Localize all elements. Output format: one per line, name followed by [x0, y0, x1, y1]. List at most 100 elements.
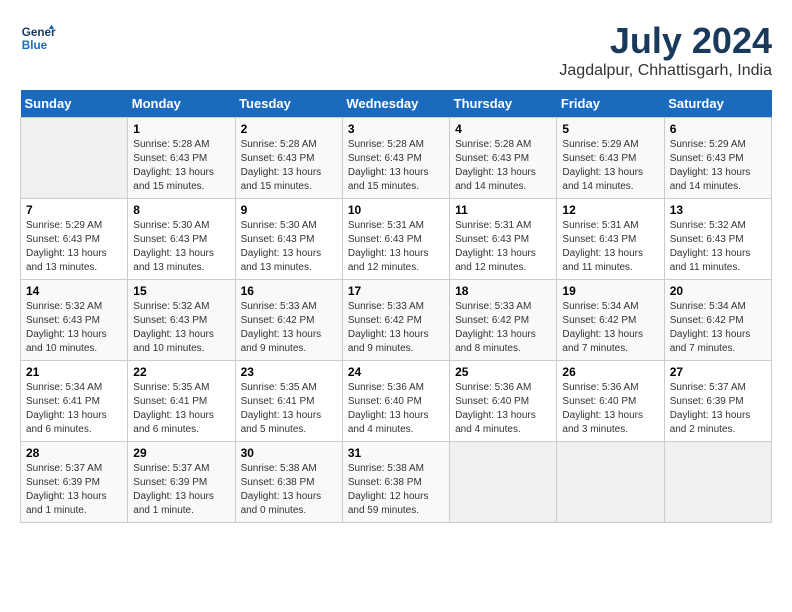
- logo-icon: General Blue: [20, 20, 56, 56]
- calendar-cell: 12Sunrise: 5:31 AM Sunset: 6:43 PM Dayli…: [557, 199, 664, 280]
- calendar-week-row: 21 Sunrise: 5:34 AM Sunset: 6:41 PM Dayli…: [21, 361, 772, 442]
- day-number: 15: [133, 284, 229, 298]
- day-number: 2: [241, 122, 337, 136]
- day-number: 16: [241, 284, 337, 298]
- day-number: 25: [455, 365, 551, 379]
- day-number: 20: [670, 284, 766, 298]
- day-info: Sunrise: 5:31 AM Sunset: 6:43 PM Dayligh…: [348, 219, 444, 275]
- page-header: General Blue July 2024 Jagdalpur, Chhatt…: [20, 20, 772, 80]
- weekday-header-tuesday: Tuesday: [235, 90, 342, 118]
- calendar-cell: 2 Sunrise: 5:28 AM Sunset: 6:43 PM Daylig…: [235, 118, 342, 199]
- calendar-cell: 20Sunrise: 5:34 AM Sunset: 6:42 PM Dayli…: [664, 280, 771, 361]
- calendar-cell: 8 Sunrise: 5:30 AM Sunset: 6:43 PM Daylig…: [128, 199, 235, 280]
- day-number: 19: [562, 284, 658, 298]
- day-info: Sunrise: 5:28 AM Sunset: 6:43 PM Dayligh…: [241, 138, 337, 194]
- day-number: 9: [241, 203, 337, 217]
- day-info: Sunrise: 5:28 AM Sunset: 6:43 PM Dayligh…: [348, 138, 444, 194]
- day-number: 27: [670, 365, 766, 379]
- day-info: Sunrise: 5:37 AM Sunset: 6:39 PM Dayligh…: [26, 462, 122, 518]
- day-info: Sunrise: 5:34 AM Sunset: 6:42 PM Dayligh…: [562, 300, 658, 356]
- day-number: 10: [348, 203, 444, 217]
- day-info: Sunrise: 5:36 AM Sunset: 6:40 PM Dayligh…: [455, 381, 551, 437]
- day-number: 14: [26, 284, 122, 298]
- day-info: Sunrise: 5:36 AM Sunset: 6:40 PM Dayligh…: [348, 381, 444, 437]
- day-info: Sunrise: 5:36 AM Sunset: 6:40 PM Dayligh…: [562, 381, 658, 437]
- calendar-cell: 29 Sunrise: 5:37 AM Sunset: 6:39 PM Dayli…: [128, 442, 235, 523]
- calendar-cell: 11Sunrise: 5:31 AM Sunset: 6:43 PM Dayli…: [450, 199, 557, 280]
- calendar-cell: 5 Sunrise: 5:29 AM Sunset: 6:43 PM Daylig…: [557, 118, 664, 199]
- calendar-cell: 1Sunrise: 5:28 AM Sunset: 6:43 PM Daylig…: [128, 118, 235, 199]
- day-info: Sunrise: 5:35 AM Sunset: 6:41 PM Dayligh…: [241, 381, 337, 437]
- day-number: 30: [241, 446, 337, 460]
- day-number: 5: [562, 122, 658, 136]
- calendar-cell: 16 Sunrise: 5:33 AM Sunset: 6:42 PM Dayli…: [235, 280, 342, 361]
- day-info: Sunrise: 5:33 AM Sunset: 6:42 PM Dayligh…: [241, 300, 337, 356]
- calendar-week-row: 14 Sunrise: 5:32 AM Sunset: 6:43 PM Dayli…: [21, 280, 772, 361]
- weekday-header-row: SundayMondayTuesdayWednesdayThursdayFrid…: [21, 90, 772, 118]
- calendar-cell: [450, 442, 557, 523]
- calendar-cell: 18 Sunrise: 5:33 AM Sunset: 6:42 PM Dayli…: [450, 280, 557, 361]
- day-number: 7: [26, 203, 122, 217]
- calendar-week-row: 28Sunrise: 5:37 AM Sunset: 6:39 PM Dayli…: [21, 442, 772, 523]
- calendar-cell: [21, 118, 128, 199]
- day-info: Sunrise: 5:28 AM Sunset: 6:43 PM Dayligh…: [133, 138, 229, 194]
- calendar-cell: 13 Sunrise: 5:32 AM Sunset: 6:43 PM Dayli…: [664, 199, 771, 280]
- day-number: 3: [348, 122, 444, 136]
- calendar-cell: 24 Sunrise: 5:36 AM Sunset: 6:40 PM Dayli…: [342, 361, 449, 442]
- day-number: 21: [26, 365, 122, 379]
- day-number: 31: [348, 446, 444, 460]
- day-number: 11: [455, 203, 551, 217]
- weekday-header-monday: Monday: [128, 90, 235, 118]
- weekday-header-sunday: Sunday: [21, 90, 128, 118]
- calendar-cell: 17Sunrise: 5:33 AM Sunset: 6:42 PM Dayli…: [342, 280, 449, 361]
- day-number: 13: [670, 203, 766, 217]
- svg-text:Blue: Blue: [22, 39, 48, 52]
- day-number: 17: [348, 284, 444, 298]
- calendar-cell: 19 Sunrise: 5:34 AM Sunset: 6:42 PM Dayli…: [557, 280, 664, 361]
- calendar-cell: [664, 442, 771, 523]
- day-number: 18: [455, 284, 551, 298]
- calendar-cell: 26 Sunrise: 5:36 AM Sunset: 6:40 PM Dayli…: [557, 361, 664, 442]
- calendar-cell: 25 Sunrise: 5:36 AM Sunset: 6:40 PM Dayli…: [450, 361, 557, 442]
- calendar-cell: 4 Sunrise: 5:28 AM Sunset: 6:43 PM Daylig…: [450, 118, 557, 199]
- day-info: Sunrise: 5:28 AM Sunset: 6:43 PM Dayligh…: [455, 138, 551, 194]
- day-number: 26: [562, 365, 658, 379]
- day-number: 22: [133, 365, 229, 379]
- day-info: Sunrise: 5:34 AM Sunset: 6:41 PM Dayligh…: [26, 381, 122, 437]
- calendar-cell: 23 Sunrise: 5:35 AM Sunset: 6:41 PM Dayli…: [235, 361, 342, 442]
- day-number: 23: [241, 365, 337, 379]
- calendar-table: SundayMondayTuesdayWednesdayThursdayFrid…: [20, 90, 772, 523]
- calendar-cell: 30Sunrise: 5:38 AM Sunset: 6:38 PM Dayli…: [235, 442, 342, 523]
- day-number: 6: [670, 122, 766, 136]
- logo: General Blue: [20, 20, 56, 56]
- calendar-cell: 21 Sunrise: 5:34 AM Sunset: 6:41 PM Dayli…: [21, 361, 128, 442]
- day-number: 29: [133, 446, 229, 460]
- day-number: 4: [455, 122, 551, 136]
- day-info: Sunrise: 5:32 AM Sunset: 6:43 PM Dayligh…: [670, 219, 766, 275]
- day-info: Sunrise: 5:29 AM Sunset: 6:43 PM Dayligh…: [562, 138, 658, 194]
- calendar-cell: 27 Sunrise: 5:37 AM Sunset: 6:39 PM Dayli…: [664, 361, 771, 442]
- day-info: Sunrise: 5:38 AM Sunset: 6:38 PM Dayligh…: [348, 462, 444, 518]
- day-info: Sunrise: 5:37 AM Sunset: 6:39 PM Dayligh…: [670, 381, 766, 437]
- day-number: 24: [348, 365, 444, 379]
- calendar-cell: 14 Sunrise: 5:32 AM Sunset: 6:43 PM Dayli…: [21, 280, 128, 361]
- day-info: Sunrise: 5:31 AM Sunset: 6:43 PM Dayligh…: [562, 219, 658, 275]
- calendar-cell: 3 Sunrise: 5:28 AM Sunset: 6:43 PM Daylig…: [342, 118, 449, 199]
- calendar-cell: [557, 442, 664, 523]
- calendar-cell: 9Sunrise: 5:30 AM Sunset: 6:43 PM Daylig…: [235, 199, 342, 280]
- day-number: 8: [133, 203, 229, 217]
- day-info: Sunrise: 5:32 AM Sunset: 6:43 PM Dayligh…: [26, 300, 122, 356]
- day-info: Sunrise: 5:29 AM Sunset: 6:43 PM Dayligh…: [26, 219, 122, 275]
- day-info: Sunrise: 5:33 AM Sunset: 6:42 PM Dayligh…: [455, 300, 551, 356]
- day-info: Sunrise: 5:37 AM Sunset: 6:39 PM Dayligh…: [133, 462, 229, 518]
- month-year-title: July 2024: [559, 20, 772, 62]
- weekday-header-thursday: Thursday: [450, 90, 557, 118]
- calendar-cell: 28Sunrise: 5:37 AM Sunset: 6:39 PM Dayli…: [21, 442, 128, 523]
- calendar-cell: 22Sunrise: 5:35 AM Sunset: 6:41 PM Dayli…: [128, 361, 235, 442]
- calendar-week-row: 1Sunrise: 5:28 AM Sunset: 6:43 PM Daylig…: [21, 118, 772, 199]
- weekday-header-friday: Friday: [557, 90, 664, 118]
- calendar-week-row: 7 Sunrise: 5:29 AM Sunset: 6:43 PM Daylig…: [21, 199, 772, 280]
- calendar-cell: 10 Sunrise: 5:31 AM Sunset: 6:43 PM Dayli…: [342, 199, 449, 280]
- location-subtitle: Jagdalpur, Chhattisgarh, India: [559, 62, 772, 80]
- day-info: Sunrise: 5:30 AM Sunset: 6:43 PM Dayligh…: [133, 219, 229, 275]
